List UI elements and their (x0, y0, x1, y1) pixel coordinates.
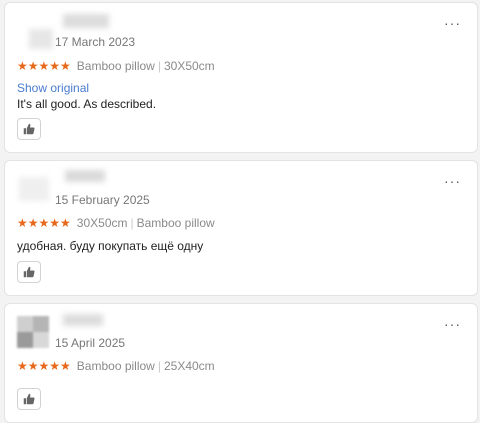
variant-attribute: Bamboo pillow (76, 359, 155, 373)
review-meta: ★★★★★ Bamboo pillow | 25X40cm (17, 359, 215, 373)
rating-stars: ★★★★★ (17, 359, 71, 373)
review-card: 17 March 2023 ··· ★★★★★ Bamboo pillow | 30X… (4, 2, 478, 153)
variant-attribute: 30X50cm (163, 59, 215, 73)
more-options-icon[interactable]: ··· (444, 316, 461, 332)
reviewer-name-blurred (65, 170, 105, 182)
separator: | (130, 216, 134, 230)
variant-attribute: Bamboo pillow (136, 216, 215, 230)
separator: | (157, 359, 161, 373)
review-date: 15 February 2025 (55, 193, 150, 207)
review-meta: ★★★★★ 30X50cm | Bamboo pillow (17, 216, 215, 230)
rating-stars: ★★★★★ (17, 216, 71, 230)
avatar (19, 177, 49, 201)
thumbs-up-icon (23, 393, 35, 405)
variant-attribute: 25X40cm (163, 359, 215, 373)
like-button[interactable] (17, 261, 41, 283)
review-card: 15 February 2025 ··· ★★★★★ 30X50cm | Bamboo… (4, 160, 478, 296)
review-text: удобная. буду покупать ещё одну (17, 239, 204, 253)
show-original-link[interactable]: Show original (17, 81, 89, 95)
avatar (29, 29, 53, 49)
review-list: 17 March 2023 ··· ★★★★★ Bamboo pillow | 30X… (0, 0, 480, 423)
rating-stars: ★★★★★ (17, 59, 71, 73)
thumbs-up-icon (23, 266, 35, 278)
review-meta: ★★★★★ Bamboo pillow | 30X50cm (17, 59, 215, 73)
more-options-icon[interactable]: ··· (444, 15, 461, 31)
review-date: 15 April 2025 (55, 336, 126, 350)
review-card: 15 April 2025 ··· ★★★★★ Bamboo pillow | 25X… (4, 303, 478, 423)
variant-attribute: 30X50cm (76, 216, 128, 230)
thumbs-up-icon (23, 123, 35, 135)
like-button[interactable] (17, 118, 41, 140)
separator: | (157, 59, 161, 73)
avatar (17, 316, 49, 348)
like-button[interactable] (17, 388, 41, 410)
more-options-icon[interactable]: ··· (444, 173, 461, 189)
review-date: 17 March 2023 (55, 35, 136, 49)
review-text: It's all good. As described. (17, 97, 157, 111)
reviewer-name-blurred (63, 314, 103, 326)
reviewer-name-blurred (63, 14, 109, 28)
variant-attribute: Bamboo pillow (76, 59, 155, 73)
